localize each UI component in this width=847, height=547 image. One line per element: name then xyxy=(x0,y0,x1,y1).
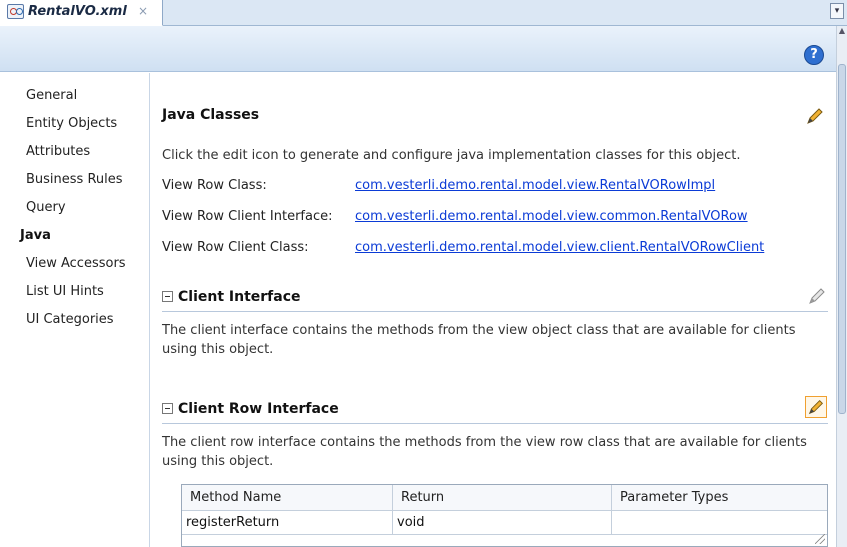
column-header-return[interactable]: Return xyxy=(393,485,612,511)
resize-grip-icon[interactable] xyxy=(815,534,825,544)
sidebar-item-view-accessors[interactable]: View Accessors xyxy=(26,256,126,271)
sidebar-item-business-rules[interactable]: Business Rules xyxy=(26,172,123,187)
edit-client-row-interface-pencil-icon[interactable] xyxy=(805,396,827,418)
table-cell-parameter-types[interactable] xyxy=(612,511,827,535)
scrollbar-thumb[interactable] xyxy=(838,64,846,414)
section-divider xyxy=(162,311,828,312)
menu-dropdown-icon[interactable]: ▾ xyxy=(830,3,844,19)
editor-tab-bar: RentalVO.xml × ▾ xyxy=(0,0,847,26)
file-xml-icon xyxy=(7,4,24,19)
collapse-icon[interactable] xyxy=(162,403,173,414)
collapse-icon[interactable] xyxy=(162,291,173,302)
java-panel: Java Classes Click the edit icon to gene… xyxy=(150,73,836,547)
tab-title: RentalVO.xml xyxy=(28,4,127,19)
edit-client-interface-pencil-icon[interactable] xyxy=(806,285,828,307)
view-row-client-class-link[interactable]: com.vesterli.demo.rental.model.view.clie… xyxy=(355,240,764,255)
client-row-interface-header[interactable]: Client Row Interface xyxy=(162,401,339,417)
sidebar-item-java[interactable]: Java xyxy=(20,228,51,243)
sidebar-item-general[interactable]: General xyxy=(26,88,77,103)
sidebar-item-attributes[interactable]: Attributes xyxy=(26,144,90,159)
client-row-interface-title: Client Row Interface xyxy=(178,401,339,417)
column-header-method-name[interactable]: Method Name xyxy=(182,485,393,511)
client-interface-header[interactable]: Client Interface xyxy=(162,289,301,305)
column-header-parameter-types[interactable]: Parameter Types xyxy=(612,485,827,511)
help-icon[interactable]: ? xyxy=(804,45,824,65)
editor-header: ? xyxy=(0,26,836,72)
view-row-class-link[interactable]: com.vesterli.demo.rental.model.view.Rent… xyxy=(355,178,715,193)
editor-tab[interactable]: RentalVO.xml × xyxy=(0,0,163,26)
sidebar-item-list-ui-hints[interactable]: List UI Hints xyxy=(26,284,104,299)
sidebar: General Entity Objects Attributes Busine… xyxy=(0,73,150,547)
vertical-scrollbar[interactable]: ▲ xyxy=(836,26,847,547)
edit-java-classes-pencil-icon[interactable] xyxy=(804,105,826,127)
sidebar-item-query[interactable]: Query xyxy=(26,200,66,215)
client-interface-description: The client interface contains the method… xyxy=(162,323,796,357)
sidebar-item-entity-objects[interactable]: Entity Objects xyxy=(26,116,117,131)
java-classes-title: Java Classes xyxy=(162,107,260,123)
sidebar-item-ui-categories[interactable]: UI Categories xyxy=(26,312,114,327)
client-row-interface-description: The client row interface contains the me… xyxy=(162,435,807,469)
view-row-client-interface-link[interactable]: com.vesterli.demo.rental.model.view.comm… xyxy=(355,209,748,224)
view-row-client-class-label: View Row Client Class: xyxy=(162,240,309,255)
close-icon[interactable]: × xyxy=(138,4,148,18)
table-cell-return[interactable]: void xyxy=(393,511,612,535)
client-row-methods-table: Method Name Return Parameter Types regis… xyxy=(181,484,828,547)
view-row-client-interface-label: View Row Client Interface: xyxy=(162,209,333,224)
java-classes-description: Click the edit icon to generate and conf… xyxy=(162,148,741,163)
table-cell-method-name[interactable]: registerReturn xyxy=(182,511,393,535)
section-divider xyxy=(162,423,828,424)
view-row-class-label: View Row Class: xyxy=(162,178,267,193)
client-interface-title: Client Interface xyxy=(178,289,301,305)
scroll-up-arrow-icon[interactable]: ▲ xyxy=(837,26,847,38)
